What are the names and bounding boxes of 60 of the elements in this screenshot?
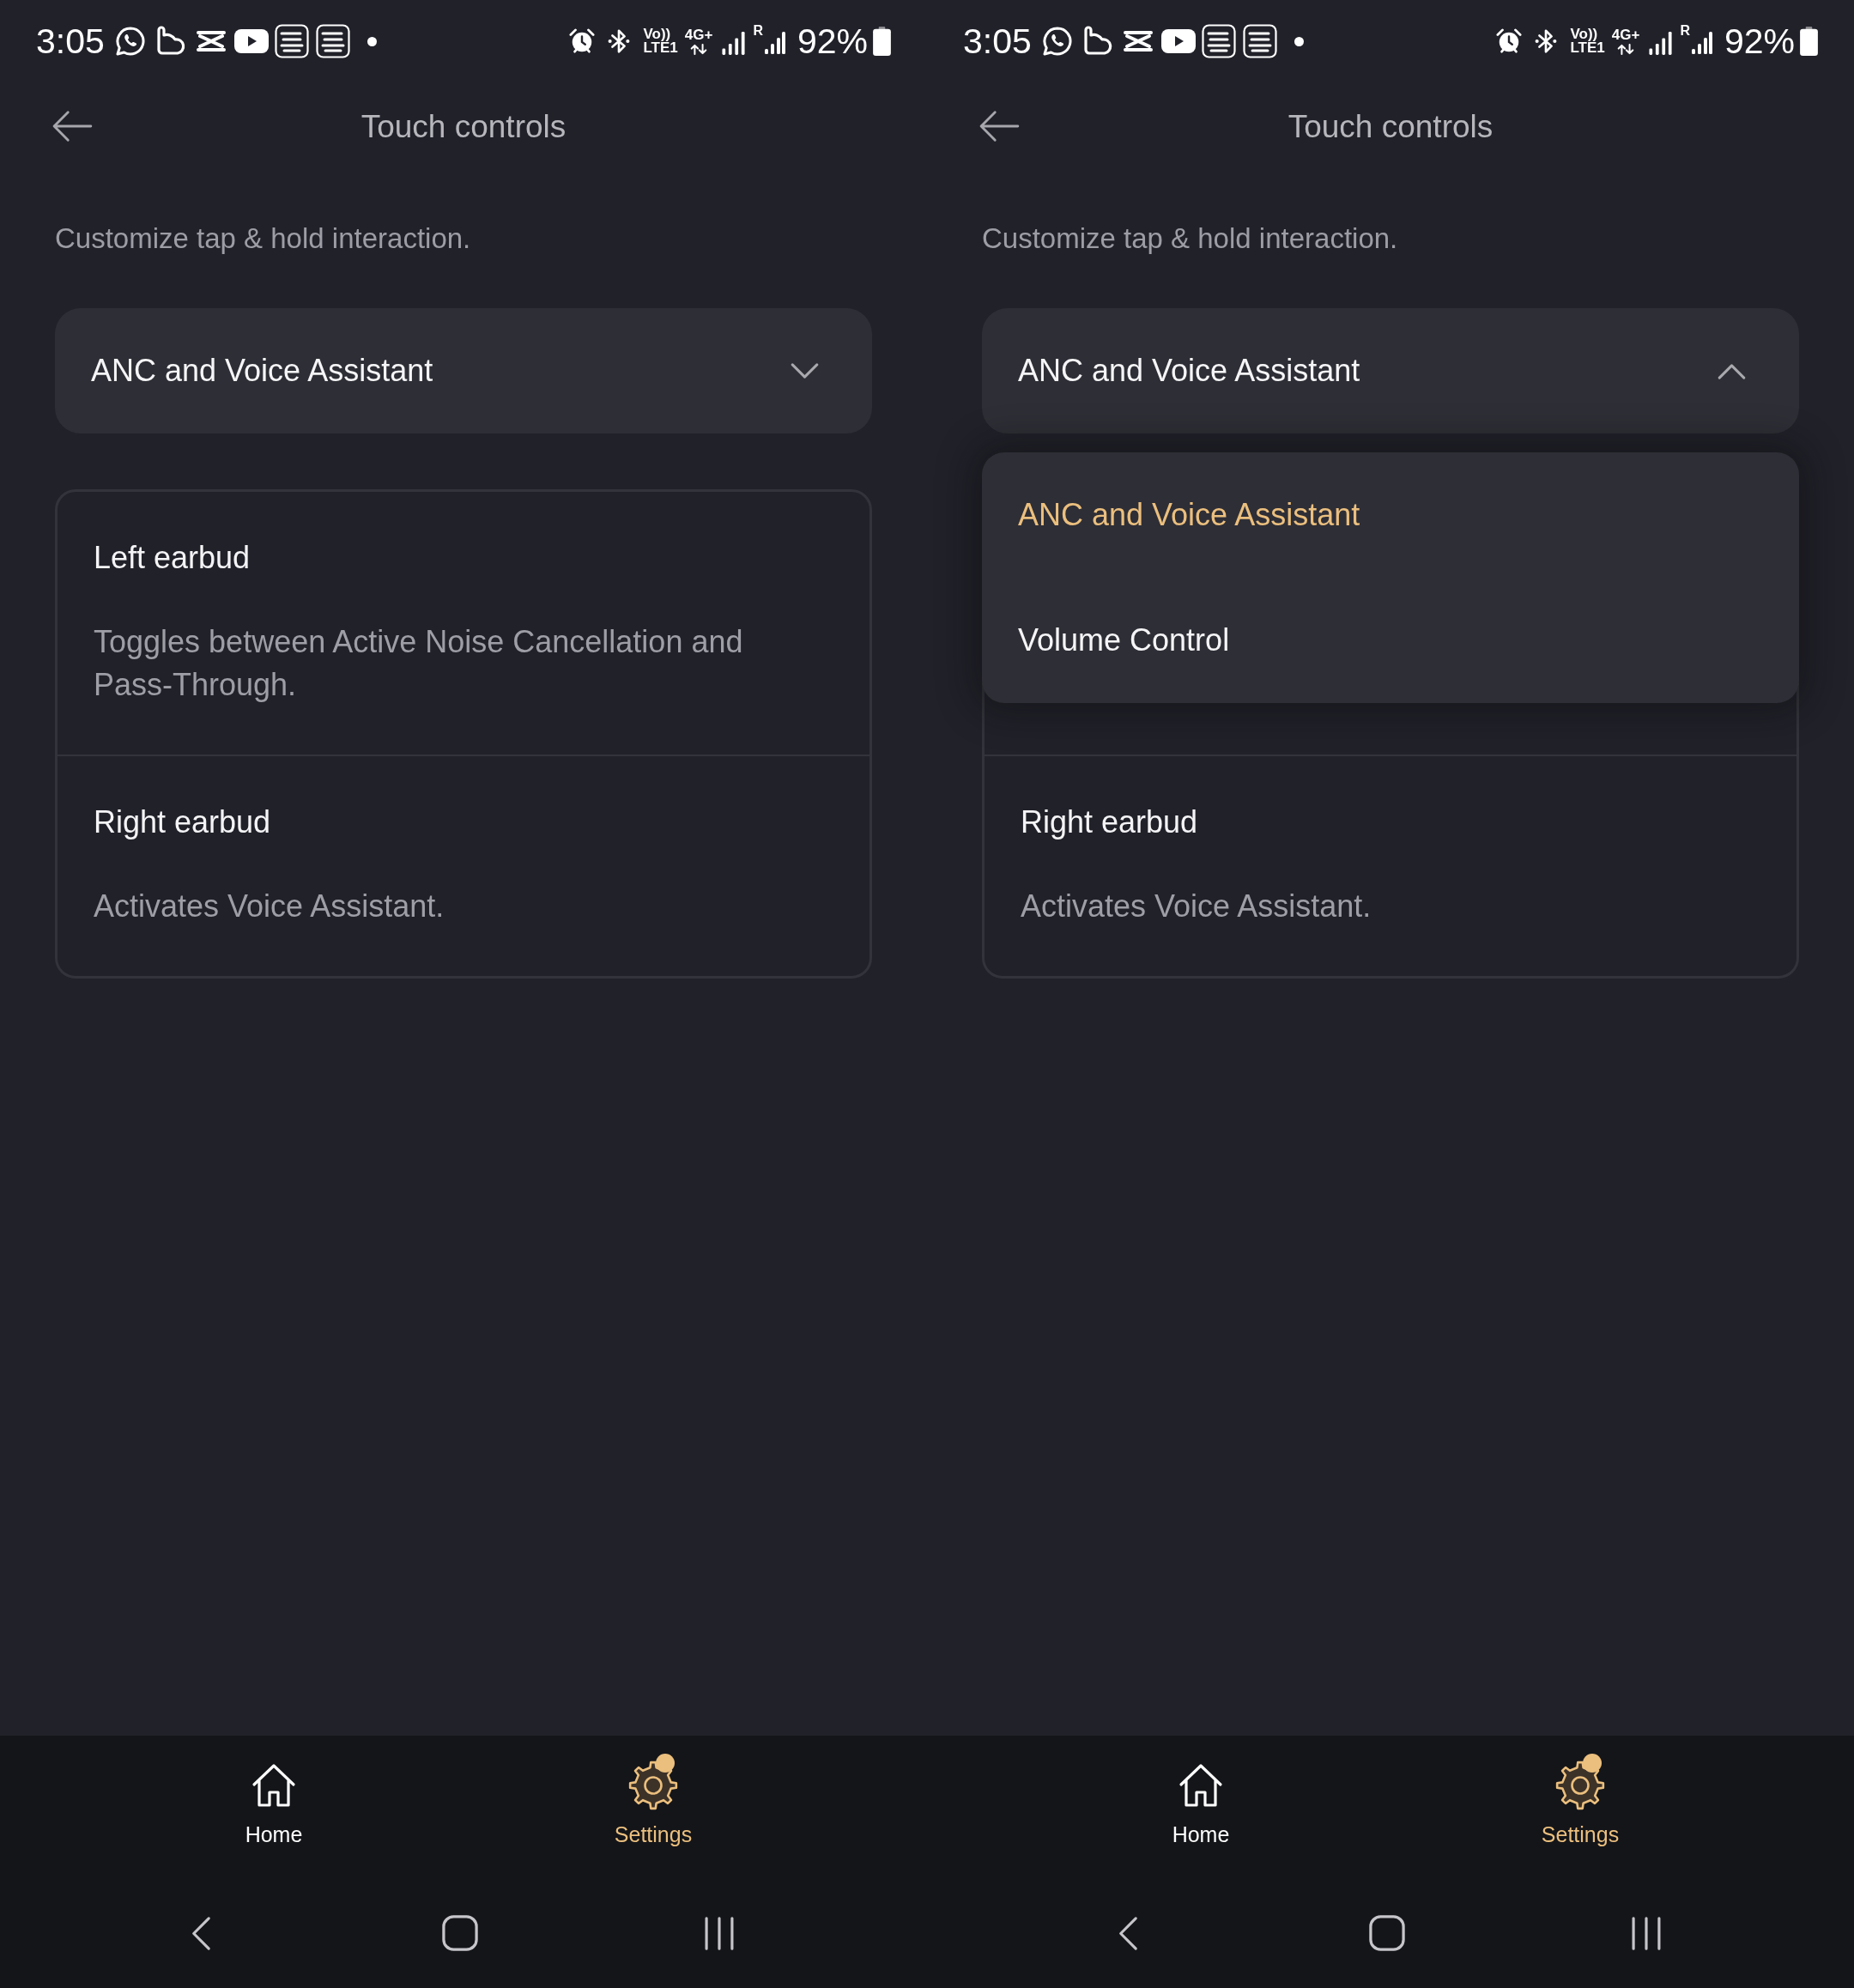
- back-arrow-icon[interactable]: [978, 110, 1020, 142]
- battery-percent: 92%: [1724, 23, 1795, 59]
- roaming-label: R: [1680, 24, 1690, 38]
- dropdown-field[interactable]: ANC and Voice Assistant: [55, 308, 872, 433]
- status-time: 3:05: [36, 23, 105, 59]
- section-description: Activates Voice Assistant.: [1021, 888, 1372, 925]
- up-down-arrows-icon: [1616, 44, 1636, 55]
- battery-icon: [873, 27, 891, 56]
- bluetooth-icon: [607, 27, 632, 55]
- recent-apps-icon[interactable]: [703, 1915, 736, 1951]
- nav-back-icon[interactable]: [191, 1915, 211, 1951]
- nav-home-icon[interactable]: [1369, 1915, 1405, 1951]
- nav-tab[interactable]: Home: [245, 1751, 303, 1847]
- signal-icon: [721, 31, 747, 55]
- volte-indicator: Vo)) LTE1: [1570, 27, 1605, 55]
- play-icon: [233, 29, 269, 53]
- recent-apps-icon[interactable]: [1630, 1915, 1663, 1951]
- lines-tile-icon: [315, 24, 350, 58]
- crossed-bars-icon: [1121, 29, 1154, 53]
- status-time: 3:05: [963, 23, 1032, 59]
- nav-tab[interactable]: Settings: [1541, 1751, 1620, 1847]
- chat-bubble-icon: [114, 26, 146, 57]
- nav-back-icon[interactable]: [1118, 1915, 1138, 1951]
- back-arrow-icon[interactable]: [52, 110, 93, 142]
- signal-icon: [1691, 31, 1712, 55]
- battery-icon: [1800, 27, 1818, 56]
- lines-tile-icon: [1242, 24, 1277, 58]
- nav-tab[interactable]: Settings: [614, 1751, 693, 1847]
- dot-icon: [1294, 36, 1304, 46]
- section-title: Right earbud: [1021, 803, 1199, 841]
- chat-bubble-icon: [1041, 26, 1073, 57]
- alarm-clock-icon: [1496, 28, 1523, 54]
- menu-option[interactable]: Volume Control: [982, 578, 1799, 703]
- subtitle-text: Customize tap & hold interaction.: [55, 221, 472, 256]
- play-icon: [1160, 29, 1196, 53]
- network-type-label: 4G+: [684, 27, 713, 42]
- page-title: Touch controls: [360, 108, 566, 146]
- nav-home-icon[interactable]: [442, 1915, 478, 1951]
- section-description: Toggles between Active Noise Cancellation and Pass-Through.: [94, 623, 744, 704]
- battery-percent: 92%: [797, 23, 868, 59]
- page-title: Touch controls: [1288, 108, 1494, 146]
- crossed-bars-icon: [194, 29, 227, 53]
- signal-icon: [764, 31, 785, 55]
- dropdown-field[interactable]: ANC and Voice Assistant: [982, 308, 1799, 433]
- signal-icon: [1648, 31, 1674, 55]
- dot-icon: [367, 36, 377, 46]
- section-title: Right earbud: [94, 803, 272, 841]
- section-title: Left earbud: [94, 539, 251, 577]
- alarm-clock-icon: [569, 28, 596, 54]
- subtitle-text: Customize tap & hold interaction.: [982, 221, 1399, 256]
- lines-tile-icon: [1201, 24, 1236, 58]
- network-type-label: 4G+: [1611, 27, 1640, 42]
- lines-tile-icon: [274, 24, 309, 58]
- section-description: Activates Voice Assistant.: [94, 888, 445, 925]
- nav-tab[interactable]: Home: [1172, 1751, 1230, 1847]
- up-down-arrows-icon: [689, 44, 709, 55]
- menu-option[interactable]: ANC and Voice Assistant: [982, 452, 1799, 578]
- roaming-label: R: [753, 24, 763, 38]
- bluetooth-icon: [1534, 27, 1559, 55]
- volte-indicator: Vo)) LTE1: [643, 27, 678, 55]
